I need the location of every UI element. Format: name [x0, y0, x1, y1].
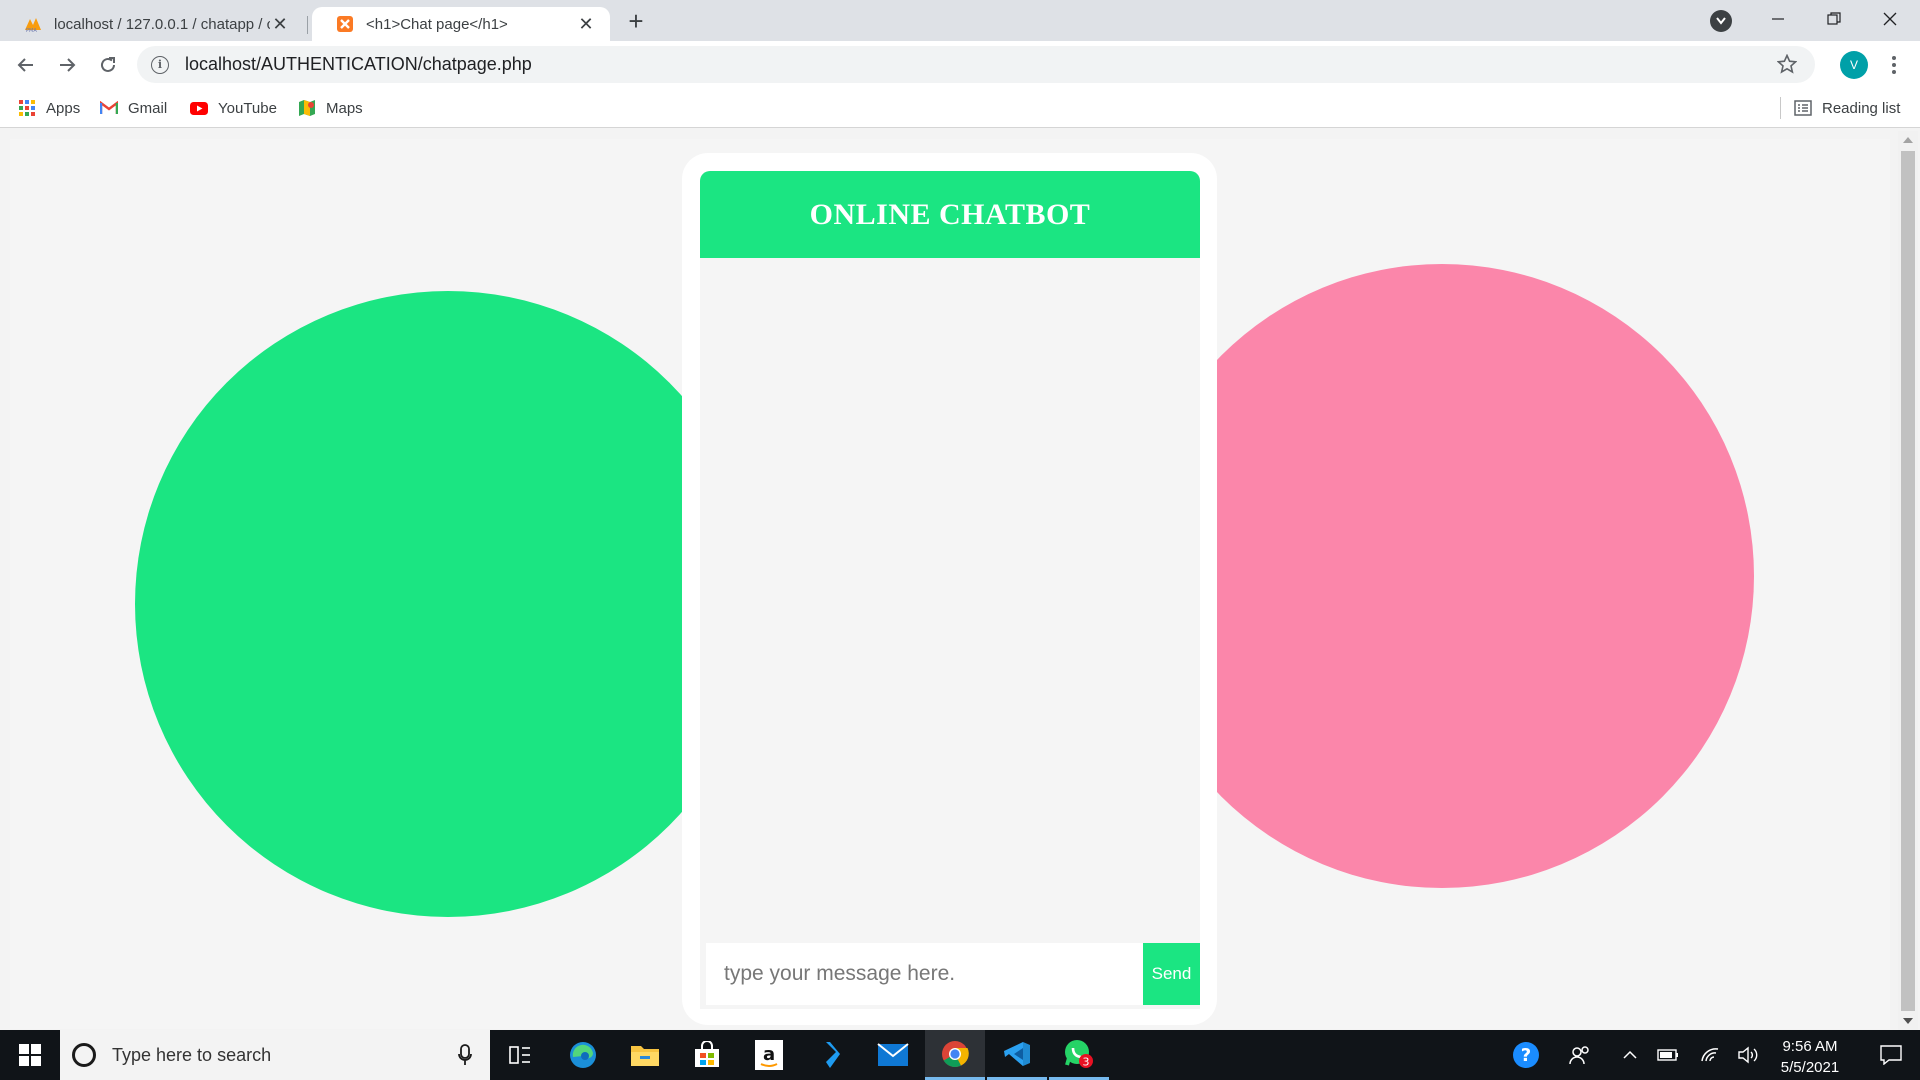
minimize-icon[interactable]	[1750, 0, 1806, 38]
amazon-icon[interactable]: a	[739, 1030, 799, 1080]
bookmark-youtube[interactable]: YouTube	[190, 94, 277, 122]
taskbar-search-box[interactable]: Type here to search	[60, 1030, 490, 1080]
maps-icon	[298, 99, 316, 117]
reading-list-label: Reading list	[1822, 99, 1901, 117]
profile-avatar[interactable]: V	[1840, 51, 1868, 79]
help-icon[interactable]: ?	[1506, 1030, 1546, 1080]
bookmarks-divider	[1780, 97, 1781, 119]
whatsapp-badge-count: 3	[1083, 1055, 1090, 1068]
bookmark-star-icon[interactable]	[1776, 53, 1798, 74]
new-tab-button[interactable]: +	[622, 8, 650, 36]
bookmark-apps[interactable]: Apps	[18, 94, 80, 122]
cortana-icon	[72, 1043, 96, 1067]
scroll-up-icon[interactable]	[1903, 137, 1913, 143]
forward-icon[interactable]	[51, 49, 83, 81]
battery-icon[interactable]	[1648, 1030, 1688, 1080]
tab-title: <h1>Chat page</h1>	[366, 15, 508, 33]
taskbar-search-placeholder: Type here to search	[112, 1044, 272, 1065]
tab-search-icon[interactable]	[1710, 10, 1732, 32]
chat-header: ONLINE CHATBOT	[700, 171, 1200, 258]
reading-list-button[interactable]: Reading list	[1794, 94, 1900, 122]
close-window-icon[interactable]	[1862, 0, 1918, 38]
reload-icon[interactable]	[92, 49, 124, 81]
volume-icon[interactable]	[1729, 1030, 1769, 1080]
store-icon[interactable]	[677, 1030, 737, 1080]
notifications-icon[interactable]	[1862, 1030, 1920, 1080]
edge-icon[interactable]	[553, 1030, 613, 1080]
windows-start-icon[interactable]	[0, 1030, 60, 1080]
clock-time: 9:56 AM	[1782, 1038, 1838, 1055]
wifi-icon[interactable]	[1690, 1030, 1730, 1080]
svg-text:?: ?	[1521, 1045, 1531, 1066]
phpmyadmin-icon: PMA	[24, 15, 42, 34]
people-icon[interactable]	[1560, 1030, 1600, 1080]
bookmark-gmail[interactable]: Gmail	[100, 94, 167, 122]
close-tab-icon[interactable]: ✕	[270, 14, 290, 34]
tab-chat-page[interactable]: <h1>Chat page</h1> ✕	[312, 7, 610, 41]
page-viewport: ONLINE CHATBOT Send	[10, 139, 1890, 1029]
gmail-icon	[100, 99, 118, 117]
decorative-green-circle	[135, 291, 761, 917]
youtube-icon	[190, 99, 208, 117]
chat-title: ONLINE CHATBOT	[809, 197, 1091, 231]
chrome-icon[interactable]	[925, 1030, 985, 1080]
scroll-down-icon[interactable]	[1903, 1018, 1913, 1024]
bookmark-label: Gmail	[128, 99, 168, 117]
decorative-pink-circle	[1130, 264, 1754, 888]
chat-messages-area[interactable]	[700, 258, 1200, 943]
file-explorer-icon[interactable]	[615, 1030, 675, 1080]
mail-icon[interactable]	[863, 1030, 923, 1080]
vscode-icon[interactable]	[987, 1030, 1047, 1080]
browser-toolbar: i localhost/AUTHENTICATION/chatpage.php …	[0, 41, 1920, 88]
svg-text:a: a	[763, 1044, 775, 1065]
bookmark-label: YouTube	[218, 99, 277, 117]
tab-phpmyadmin[interactable]: PMA localhost / 127.0.0.1 / chatapp / c …	[0, 7, 304, 41]
chat-box: ONLINE CHATBOT Send	[700, 171, 1200, 1009]
whatsapp-icon[interactable]: 3	[1049, 1030, 1109, 1080]
tab-strip: PMA localhost / 127.0.0.1 / chatapp / c …	[0, 0, 1920, 41]
site-info-icon[interactable]: i	[151, 55, 169, 74]
chat-form: Send	[706, 943, 1200, 1005]
tab-title: localhost / 127.0.0.1 / chatapp / c	[54, 15, 270, 33]
chat-container: ONLINE CHATBOT Send	[682, 153, 1217, 1025]
clock-date: 5/5/2021	[1780, 1059, 1840, 1076]
microphone-icon[interactable]	[450, 1040, 480, 1070]
reading-list-icon	[1794, 99, 1812, 117]
system-clock[interactable]: 9:56 AM 5/5/2021	[1765, 1036, 1855, 1078]
back-icon[interactable]	[10, 49, 42, 81]
windows-taskbar: Type here to search a 3 ? 9:56 AM 5/5/20…	[0, 1030, 1920, 1080]
bookmark-label: Maps	[326, 99, 363, 117]
message-input[interactable]	[706, 943, 1143, 1005]
apps-grid-icon	[18, 99, 36, 117]
close-tab-icon[interactable]: ✕	[576, 14, 596, 34]
address-bar[interactable]: i localhost/AUTHENTICATION/chatpage.php	[137, 46, 1815, 83]
xampp-icon	[336, 15, 354, 33]
chevron-up-icon[interactable]	[1610, 1030, 1650, 1080]
send-button[interactable]: Send	[1143, 943, 1200, 1005]
scrollbar-thumb[interactable]	[1901, 151, 1915, 1011]
page-scrollbar[interactable]	[1898, 131, 1918, 1030]
bookmarks-bar: Apps Gmail YouTube Maps Reading list	[0, 88, 1920, 128]
task-view-icon[interactable]	[490, 1030, 550, 1080]
svg-text:PMA: PMA	[26, 28, 37, 33]
chrome-menu-icon[interactable]	[1882, 53, 1906, 77]
restore-icon[interactable]	[1806, 0, 1862, 38]
url-text: localhost/AUTHENTICATION/chatpage.php	[185, 54, 532, 74]
bookmark-label: Apps	[46, 99, 81, 117]
visual-studio-icon[interactable]	[801, 1030, 861, 1080]
bookmark-maps[interactable]: Maps	[298, 94, 363, 122]
tab-separator	[307, 16, 308, 34]
